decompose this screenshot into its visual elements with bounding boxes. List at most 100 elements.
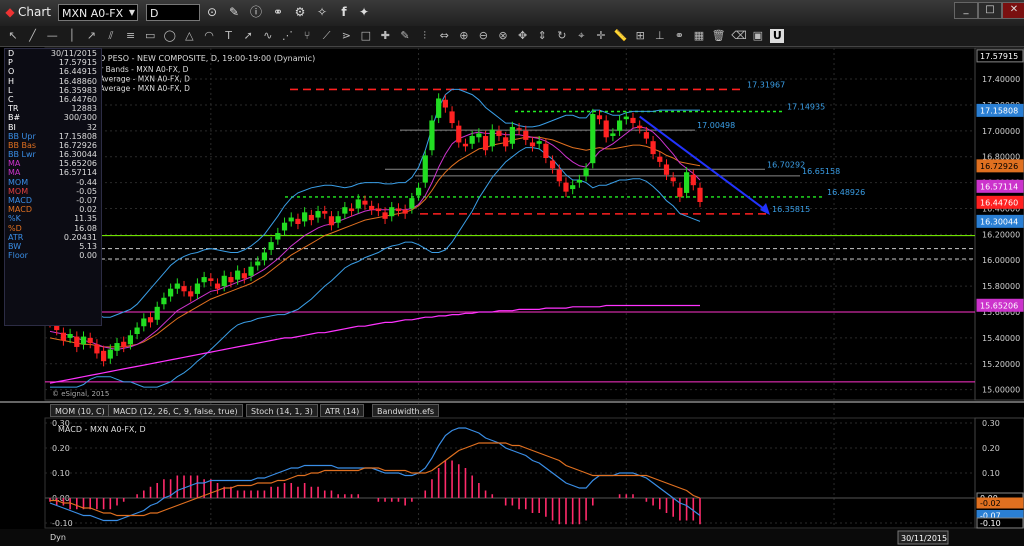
candle-body bbox=[650, 141, 656, 155]
cross-icon[interactable]: ✚ bbox=[378, 29, 392, 43]
candle-body bbox=[603, 120, 609, 138]
candle-body bbox=[623, 116, 629, 120]
annotation-label: 17.31967 bbox=[747, 80, 785, 89]
measure-icon[interactable]: ⇔ bbox=[437, 29, 451, 43]
rect-icon[interactable]: ▭ bbox=[143, 29, 157, 43]
macd-axis-label: -0.10 bbox=[980, 519, 1001, 528]
candle-body bbox=[201, 277, 207, 283]
bars-icon[interactable]: ⫶ bbox=[418, 29, 432, 43]
ruler-icon[interactable]: 📏 bbox=[614, 29, 628, 43]
candle-body bbox=[255, 261, 261, 266]
cursor-label: %D bbox=[8, 223, 22, 233]
grid-icon[interactable]: ⊞ bbox=[633, 29, 647, 43]
macd-y-tick-left: 0.10 bbox=[52, 469, 70, 478]
regression-icon[interactable]: ⟋ bbox=[320, 29, 334, 43]
triangle-icon[interactable]: △ bbox=[182, 29, 196, 43]
candle-body bbox=[422, 155, 428, 183]
candle-body bbox=[456, 125, 462, 143]
fib-icon[interactable]: ≡ bbox=[124, 29, 138, 43]
cursor-value: -0.44 bbox=[76, 177, 97, 187]
umbrella-icon[interactable]: U bbox=[770, 29, 785, 43]
indicator-tab[interactable]: Bandwidth.efs bbox=[372, 404, 440, 417]
twitter-icon[interactable]: ✦ bbox=[356, 4, 372, 20]
candle-body bbox=[469, 136, 475, 144]
info-icon[interactable]: ⓘ bbox=[248, 4, 264, 20]
cursor-label: MACD bbox=[8, 205, 32, 215]
facebook-icon[interactable]: f bbox=[336, 4, 352, 20]
gann-icon[interactable]: ⋰ bbox=[280, 29, 294, 43]
y-tick-label: 15.00000 bbox=[982, 386, 1020, 395]
speed-icon[interactable]: ⋗ bbox=[339, 29, 353, 43]
hline-icon[interactable]: — bbox=[45, 29, 59, 43]
refresh-icon[interactable]: ↻ bbox=[555, 29, 569, 43]
time-axis bbox=[0, 529, 1024, 546]
cursor-icon[interactable]: ↖ bbox=[6, 29, 20, 43]
close-icon[interactable]: ✕ bbox=[1002, 2, 1024, 19]
cursor-row: BW 5.13 bbox=[5, 242, 101, 251]
zoom-out-icon[interactable]: ⊖ bbox=[476, 29, 490, 43]
cursor-label: BB Upr bbox=[8, 131, 36, 141]
candle-body bbox=[482, 136, 489, 151]
annotation-label: 16.35815 bbox=[772, 205, 810, 214]
interval-value: D bbox=[150, 7, 159, 20]
vline-icon[interactable]: │ bbox=[65, 29, 79, 43]
zoom-in-icon[interactable]: ⊕ bbox=[457, 29, 471, 43]
candle-body bbox=[355, 199, 361, 209]
arrow-icon[interactable]: ➚ bbox=[241, 29, 255, 43]
watermark: © eSignal, 2015 bbox=[52, 390, 109, 398]
candle-body bbox=[556, 169, 562, 182]
candle-body bbox=[637, 125, 643, 129]
line-icon[interactable]: ╱ bbox=[26, 29, 40, 43]
candle-body bbox=[509, 126, 515, 144]
snap-icon[interactable]: ⌖ bbox=[574, 29, 588, 43]
cursor-window: D 30/11/2015 P 17.57915 O 16.44915 H 16.48860 L 1… bbox=[4, 48, 102, 326]
indicator-tab[interactable]: MOM (10, C) bbox=[50, 404, 110, 417]
chart-area[interactable]: 15.0000015.2000015.4000015.6000015.80000… bbox=[0, 46, 1024, 546]
candle-body bbox=[476, 133, 482, 138]
andrews-icon[interactable]: ⑂ bbox=[300, 29, 314, 43]
ellipse-icon[interactable]: ◯ bbox=[163, 29, 177, 43]
price-axis-label: 16.44760 bbox=[980, 198, 1018, 207]
square-icon[interactable]: □ bbox=[359, 29, 373, 43]
maximize-icon[interactable]: □ bbox=[978, 2, 1002, 19]
chain-icon[interactable]: ⚭ bbox=[672, 29, 686, 43]
symbol-value: MXN A0-FX bbox=[62, 7, 124, 20]
zoom-icon[interactable]: ⊙ bbox=[204, 4, 220, 20]
indicator-tab[interactable]: ATR (14) bbox=[320, 404, 365, 417]
interval-input[interactable]: D bbox=[146, 4, 200, 21]
cursor-row: P 17.57915 bbox=[5, 58, 101, 67]
candle-body bbox=[308, 214, 314, 221]
pencil-icon[interactable]: ✎ bbox=[398, 29, 412, 43]
cursor-label: C bbox=[8, 94, 14, 104]
cycle-icon[interactable]: ∿ bbox=[261, 29, 275, 43]
cursor-row: Floor 0.00 bbox=[5, 251, 101, 260]
candle-body bbox=[194, 283, 201, 294]
tv-icon[interactable]: ▣ bbox=[751, 29, 765, 43]
cursor-label: BB Lwr bbox=[8, 150, 36, 160]
tick-icon[interactable]: ⊥ bbox=[653, 29, 667, 43]
indicator-tab[interactable]: Stoch (14, 1, 3) bbox=[246, 404, 318, 417]
candle-body bbox=[181, 286, 187, 292]
indicator-tab[interactable]: MACD (12, 26, C, 9, false, true) bbox=[108, 404, 243, 417]
chain-icon[interactable]: ⚭ bbox=[270, 4, 286, 20]
crosshair-icon[interactable]: ✛ bbox=[594, 29, 608, 43]
star-icon[interactable]: ✧ bbox=[314, 4, 330, 20]
arc-icon[interactable]: ◠ bbox=[202, 29, 216, 43]
candle-body bbox=[683, 172, 690, 193]
cursor-row: O 16.44915 bbox=[5, 67, 101, 76]
cursor-value: -0.07 bbox=[76, 196, 97, 205]
pan-icon[interactable]: ✥ bbox=[516, 29, 530, 43]
candle-body bbox=[362, 200, 368, 205]
channel-icon[interactable]: ⫽ bbox=[104, 29, 118, 43]
dropdown-icon[interactable]: ▼ bbox=[124, 5, 140, 21]
text-icon[interactable]: T bbox=[222, 29, 236, 43]
ray-icon[interactable]: ↗ bbox=[84, 29, 98, 43]
trash-icon[interactable]: 🗑 bbox=[712, 29, 726, 43]
calendar-icon[interactable]: ▦ bbox=[692, 29, 706, 43]
zoom-x-icon[interactable]: ⊗ bbox=[496, 29, 510, 43]
pencil-icon[interactable]: ✎ bbox=[226, 4, 242, 20]
minimize-icon[interactable]: _ bbox=[954, 2, 978, 19]
settings-icon[interactable]: ⚙ bbox=[292, 4, 308, 20]
eraser-icon[interactable]: ⌫ bbox=[731, 29, 747, 43]
scale-icon[interactable]: ⇕ bbox=[535, 29, 549, 43]
